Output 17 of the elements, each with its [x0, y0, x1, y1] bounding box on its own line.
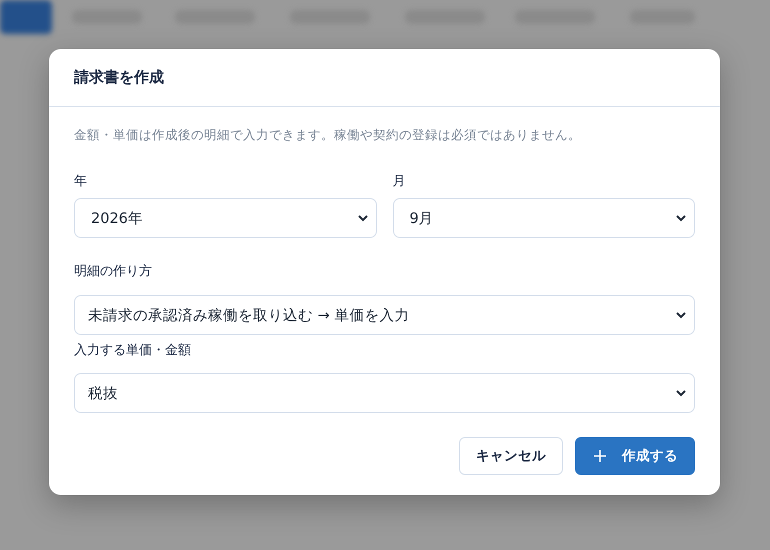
create-button[interactable]: 作成する [575, 437, 695, 475]
dropdown-select[interactable]: 税抜 [74, 373, 695, 413]
dialog-title: 請求書を作成 [74, 68, 164, 87]
chevron-down-icon [676, 390, 686, 396]
chevron-down-icon [676, 214, 686, 222]
field-label: 月 [392, 173, 406, 190]
field-label: 入力する単価・金額 [74, 342, 192, 359]
plus-icon [594, 450, 606, 462]
dropdown-select[interactable]: 9月 [392, 198, 695, 238]
dropdown-select[interactable]: 2026年 [74, 198, 376, 238]
field-label: 明細の作り方 [74, 263, 153, 280]
cancel-button[interactable]: キャンセル [459, 437, 563, 475]
chevron-down-icon [358, 214, 368, 222]
description-text: 金額・単価は作成後の明細で入力できます。稼働や契約の登録は必須ではありません。 [74, 127, 582, 144]
dropdown-select[interactable]: 未請求の承認済み稼働を取り込む → 単価を入力 [74, 295, 695, 335]
chevron-down-icon [676, 312, 686, 318]
field-label: 年 [74, 173, 88, 190]
